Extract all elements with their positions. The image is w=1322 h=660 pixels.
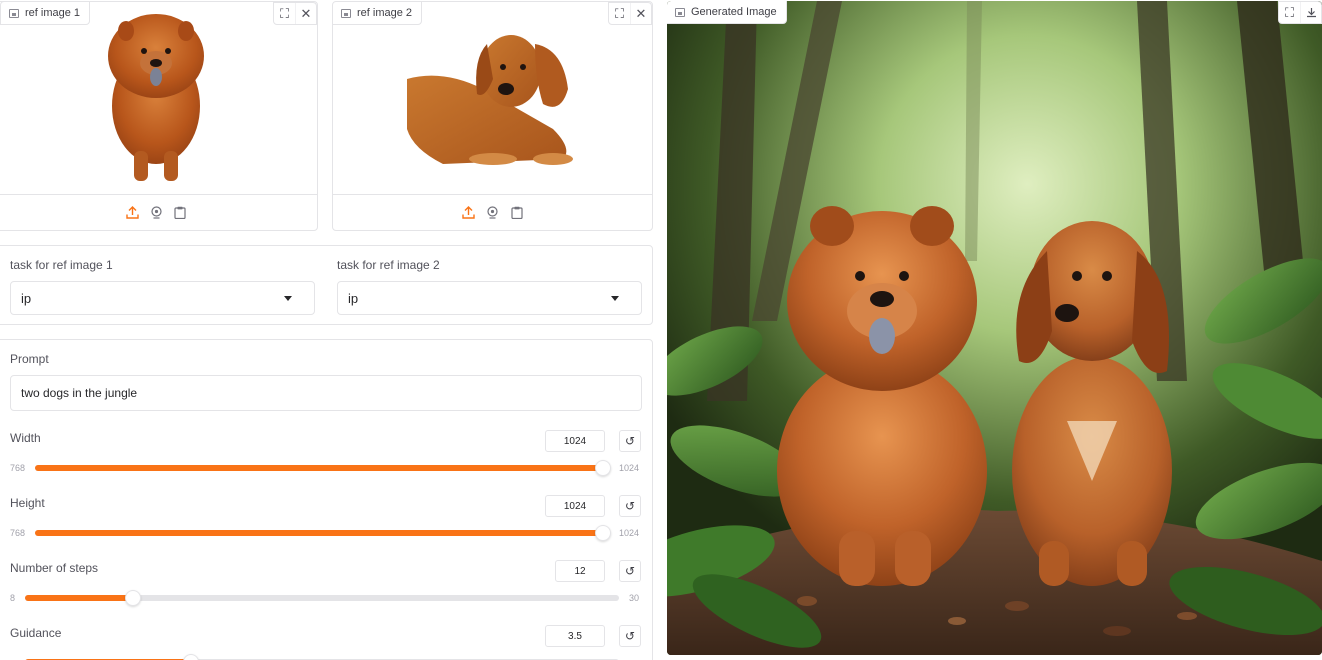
- prompt-label: Prompt: [10, 352, 49, 366]
- steps-min: 8: [10, 593, 16, 603]
- width-number-input[interactable]: 1024: [545, 430, 605, 452]
- webcam-icon[interactable]: [149, 206, 163, 220]
- steps-slider[interactable]: [25, 590, 619, 606]
- steps-max: 30: [629, 593, 640, 603]
- ref-image-1-preview: [108, 14, 204, 181]
- task-2-value: ip: [348, 290, 359, 306]
- chevron-down-icon: [611, 296, 619, 301]
- fullscreen-icon[interactable]: ⛶: [609, 3, 630, 24]
- ref-image-2-preview: [406, 34, 573, 165]
- parameters-panel: Prompt two dogs in the jungle Width 1024…: [0, 339, 653, 660]
- upload-icon[interactable]: [125, 206, 139, 220]
- fullscreen-icon[interactable]: ⛶: [1279, 2, 1300, 23]
- download-icon[interactable]: [1300, 2, 1321, 23]
- webcam-icon[interactable]: [486, 206, 500, 220]
- prompt-value: two dogs in the jungle: [21, 386, 138, 400]
- width-min: 768: [10, 463, 26, 473]
- generated-image-corner-buttons: ⛶: [1278, 1, 1322, 24]
- steps-slider-fill: [25, 595, 133, 601]
- clipboard-icon[interactable]: [173, 206, 187, 220]
- task-selectors-panel: task for ref image 1 ip task for ref ima…: [0, 245, 653, 325]
- ref-image-1-dropzone[interactable]: [0, 2, 317, 195]
- prompt-input[interactable]: two dogs in the jungle: [10, 375, 642, 411]
- steps-slider-thumb[interactable]: [124, 590, 141, 606]
- height-max: 1024: [619, 528, 640, 538]
- task-1-label: task for ref image 1: [10, 258, 113, 272]
- height-slider-fill: [35, 530, 603, 536]
- width-label: Width: [10, 431, 41, 445]
- task-1-dropdown[interactable]: ip: [10, 281, 315, 315]
- ref-image-2-source-toolbar: [333, 194, 652, 230]
- ref-image-2-corner-buttons: ⛶ ✕: [608, 2, 652, 25]
- task-2-dropdown[interactable]: ip: [337, 281, 642, 315]
- generated-image-label: Generated Image: [667, 1, 787, 24]
- upload-icon[interactable]: [462, 206, 476, 220]
- image-icon: [675, 7, 685, 17]
- steps-number-input[interactable]: 12: [555, 560, 605, 582]
- reset-icon[interactable]: ↺: [619, 560, 641, 582]
- guidance-slider-thumb[interactable]: [183, 654, 200, 660]
- height-label: Height: [10, 496, 45, 510]
- ref-image-2-dropzone[interactable]: [333, 2, 652, 195]
- width-slider[interactable]: [35, 460, 611, 476]
- fullscreen-icon[interactable]: ⛶: [274, 3, 295, 24]
- close-icon[interactable]: ✕: [630, 3, 651, 24]
- height-number-input[interactable]: 1024: [545, 495, 605, 517]
- task-2-label: task for ref image 2: [337, 258, 440, 272]
- image-icon: [341, 8, 351, 18]
- ref-image-2-label: ref image 2: [333, 2, 423, 25]
- reset-icon[interactable]: ↺: [619, 430, 641, 452]
- chevron-down-icon: [284, 296, 292, 301]
- width-slider-thumb[interactable]: [595, 460, 611, 476]
- ref-image-2-panel: ref image 2 ⛶ ✕: [332, 1, 653, 231]
- steps-label: Number of steps: [10, 561, 99, 575]
- height-slider-thumb[interactable]: [595, 525, 611, 541]
- ref-image-1-label: ref image 1: [0, 2, 91, 25]
- width-max: 1024: [619, 463, 640, 473]
- reset-icon[interactable]: ↺: [619, 625, 641, 647]
- clipboard-icon[interactable]: [510, 206, 524, 220]
- guidance-label: Guidance: [10, 626, 62, 640]
- ref-image-1-corner-buttons: ⛶ ✕: [273, 2, 317, 25]
- guidance-number-input[interactable]: 3.5: [545, 625, 605, 647]
- ref-image-1-source-toolbar: [0, 194, 317, 230]
- ref-image-1-panel: ref image 1 ⛶ ✕: [0, 1, 318, 231]
- reset-icon[interactable]: ↺: [619, 495, 641, 517]
- height-slider[interactable]: [35, 525, 611, 541]
- generated-image-panel: Generated Image ⛶: [667, 1, 1322, 655]
- generated-image: [667, 1, 1322, 655]
- task-1-value: ip: [21, 290, 32, 306]
- height-min: 768: [10, 528, 26, 538]
- width-slider-fill: [35, 465, 603, 471]
- image-icon: [9, 8, 19, 18]
- close-icon[interactable]: ✕: [295, 3, 316, 24]
